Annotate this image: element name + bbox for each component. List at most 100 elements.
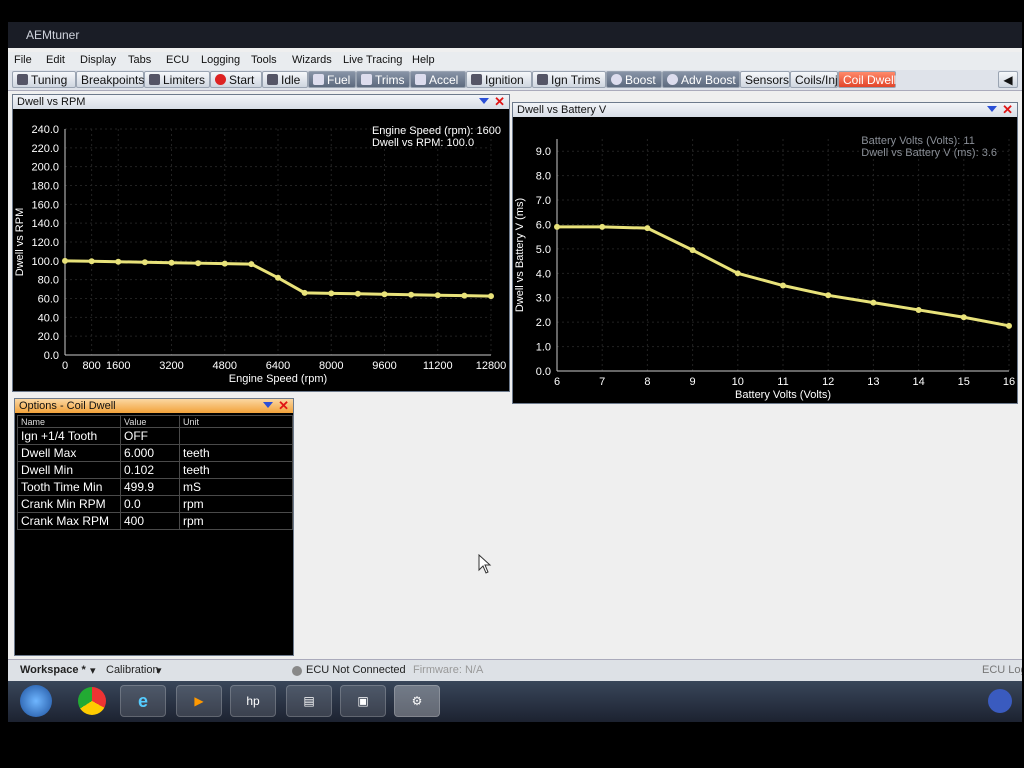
tab-breakpoints[interactable]: Breakpoints	[76, 71, 144, 88]
data-point	[328, 290, 335, 297]
dwell-vs-battery-chart[interactable]: 6 7 8 9 10 11 12 13 14 15 16 0.0 1.0 2.0 3.0 4.0 5.0 6.0 7…	[513, 117, 1017, 403]
x-tick-label: 12	[822, 376, 834, 388]
dwell-vs-rpm-chart[interactable]: 0 800 1600 3200 4800 6400 8000 9600 11200 12800 0.…	[13, 109, 509, 391]
pin-icon[interactable]	[479, 98, 489, 104]
tab-idle[interactable]: Idle	[262, 71, 308, 88]
menu-live-tracing[interactable]: Live Tracing	[343, 54, 402, 66]
menu-display[interactable]: Display	[80, 54, 116, 66]
options-table: Name Value Unit Ign +1/4 Tooth OFF Dwell …	[17, 415, 293, 530]
x-tick-label: 10	[732, 376, 744, 388]
app-icon[interactable]: ▣	[340, 685, 386, 717]
chevron-down-icon[interactable]: ▾	[156, 664, 162, 677]
menu-edit[interactable]: Edit	[46, 54, 65, 66]
tab-trims[interactable]: Trims	[356, 71, 410, 88]
pin-icon[interactable]	[263, 402, 273, 408]
chevron-down-icon[interactable]: ▾	[90, 664, 96, 677]
y-tick-label: 20.0	[38, 331, 59, 343]
tab-sensors[interactable]: Sensors	[740, 71, 790, 88]
y-tick-label: 240.0	[31, 124, 59, 136]
tray-icon[interactable]	[988, 689, 1012, 713]
panel-dwell-vs-battery: Dwell vs Battery V ✕ 6 7 8 9 10 11 12 13 14 15 16 0.…	[512, 102, 1018, 404]
x-tick-label: 800	[82, 360, 100, 372]
chrome-icon[interactable]	[78, 687, 106, 715]
menu-help[interactable]: Help	[412, 54, 435, 66]
menu-file[interactable]: File	[14, 54, 32, 66]
tab-fuel[interactable]: Fuel	[308, 71, 356, 88]
tab-ignition[interactable]: Ignition	[466, 71, 532, 88]
close-icon[interactable]: ✕	[1002, 103, 1013, 117]
close-icon[interactable]: ✕	[278, 399, 289, 413]
calibration-menu[interactable]: Calibration	[106, 664, 159, 676]
data-point	[434, 292, 441, 299]
battery-readout: Battery Volts (Volts): 11 Dwell vs Batte…	[861, 135, 997, 159]
x-tick-label: 12800	[476, 360, 507, 372]
table-row[interactable]: Crank Min RPM 0.0 rpm	[17, 495, 293, 513]
app-title: AEMtuner	[26, 28, 80, 42]
x-tick-label: 8000	[319, 360, 343, 372]
y-tick-label: 100.0	[31, 256, 59, 268]
x-tick-label: 7	[599, 376, 605, 388]
table-row[interactable]: Tooth Time Min 499.9 mS	[17, 478, 293, 496]
tab-adv-boost[interactable]: Adv Boost	[662, 71, 740, 88]
close-icon[interactable]: ✕	[494, 95, 505, 109]
panel-header: Dwell vs Battery V ✕	[513, 103, 1017, 117]
ecu-status: ECU Not Connected	[306, 664, 406, 676]
menu-wizards[interactable]: Wizards	[292, 54, 332, 66]
tab-accel[interactable]: Accel	[410, 71, 466, 88]
x-tick-label: 8	[644, 376, 650, 388]
data-point	[381, 291, 388, 298]
table-row[interactable]: Crank Max RPM 400 rpm	[17, 512, 293, 530]
pin-icon[interactable]	[987, 106, 997, 112]
tab-scroll-left[interactable]: ◀	[998, 71, 1018, 88]
tab-coils-inj[interactable]: Coils/Inj	[790, 71, 838, 88]
data-point	[248, 261, 255, 268]
x-tick-label: 13	[867, 376, 879, 388]
media-player-icon[interactable]: ▶	[176, 685, 222, 717]
title-bar: AEMtuner	[8, 22, 1022, 48]
menu-tabs[interactable]: Tabs	[128, 54, 151, 66]
tab-tuning[interactable]: Tuning	[12, 71, 76, 88]
y-tick-label: 2.0	[536, 317, 551, 329]
wrench-icon	[415, 74, 426, 85]
data-point	[62, 257, 68, 264]
x-tick-label: 0	[62, 360, 68, 372]
menu-ecu[interactable]: ECU	[166, 54, 189, 66]
internet-explorer-icon[interactable]: e	[120, 685, 166, 717]
data-point	[960, 314, 967, 321]
tab-boost[interactable]: Boost	[606, 71, 662, 88]
y-tick-label: 5.0	[536, 244, 551, 256]
hp-icon[interactable]: hp	[230, 685, 276, 717]
tab-start[interactable]: Start	[210, 71, 262, 88]
data-point	[780, 282, 786, 289]
x-tick-label: 11	[777, 376, 788, 388]
tab-limiters[interactable]: Limiters	[144, 71, 210, 88]
gauge-icon	[667, 74, 678, 85]
tab-coil-dwell[interactable]: Coil Dwell	[838, 71, 896, 88]
y-tick-label: 200.0	[31, 162, 59, 174]
y-tick-label: 9.0	[536, 146, 551, 158]
menu-logging[interactable]: Logging	[201, 54, 240, 66]
status-bar: Workspace * ▾ Calibration ▾ ECU Not Conn…	[8, 659, 1022, 682]
x-tick-label: 9	[690, 376, 696, 388]
tab-ign-trims[interactable]: Ign Trims	[532, 71, 606, 88]
y-tick-label: 3.0	[536, 293, 551, 305]
tuning-icon	[17, 74, 28, 85]
y-tick-label: 40.0	[38, 312, 59, 324]
clock-icon	[267, 74, 278, 85]
table-row[interactable]: Ign +1/4 Tooth OFF	[17, 427, 293, 445]
ecu-log-label[interactable]: ECU Log	[982, 664, 1022, 676]
table-row[interactable]: Dwell Max 6.000 teeth	[17, 444, 293, 462]
app-icon[interactable]: ▤	[286, 685, 332, 717]
gauge-icon	[149, 74, 160, 85]
data-point	[88, 258, 95, 265]
data-point	[554, 223, 560, 230]
workspace-menu[interactable]: Workspace *	[20, 664, 86, 676]
menu-tools[interactable]: Tools	[251, 54, 277, 66]
aemtuner-taskbar-icon[interactable]: ⚙	[394, 685, 440, 717]
x-axis-title: Battery Volts (Volts)	[735, 389, 831, 401]
start-button-icon[interactable]	[20, 685, 52, 717]
data-point	[689, 247, 696, 254]
data-point	[915, 306, 922, 313]
data-point	[825, 292, 832, 299]
table-row[interactable]: Dwell Min 0.102 teeth	[17, 461, 293, 479]
